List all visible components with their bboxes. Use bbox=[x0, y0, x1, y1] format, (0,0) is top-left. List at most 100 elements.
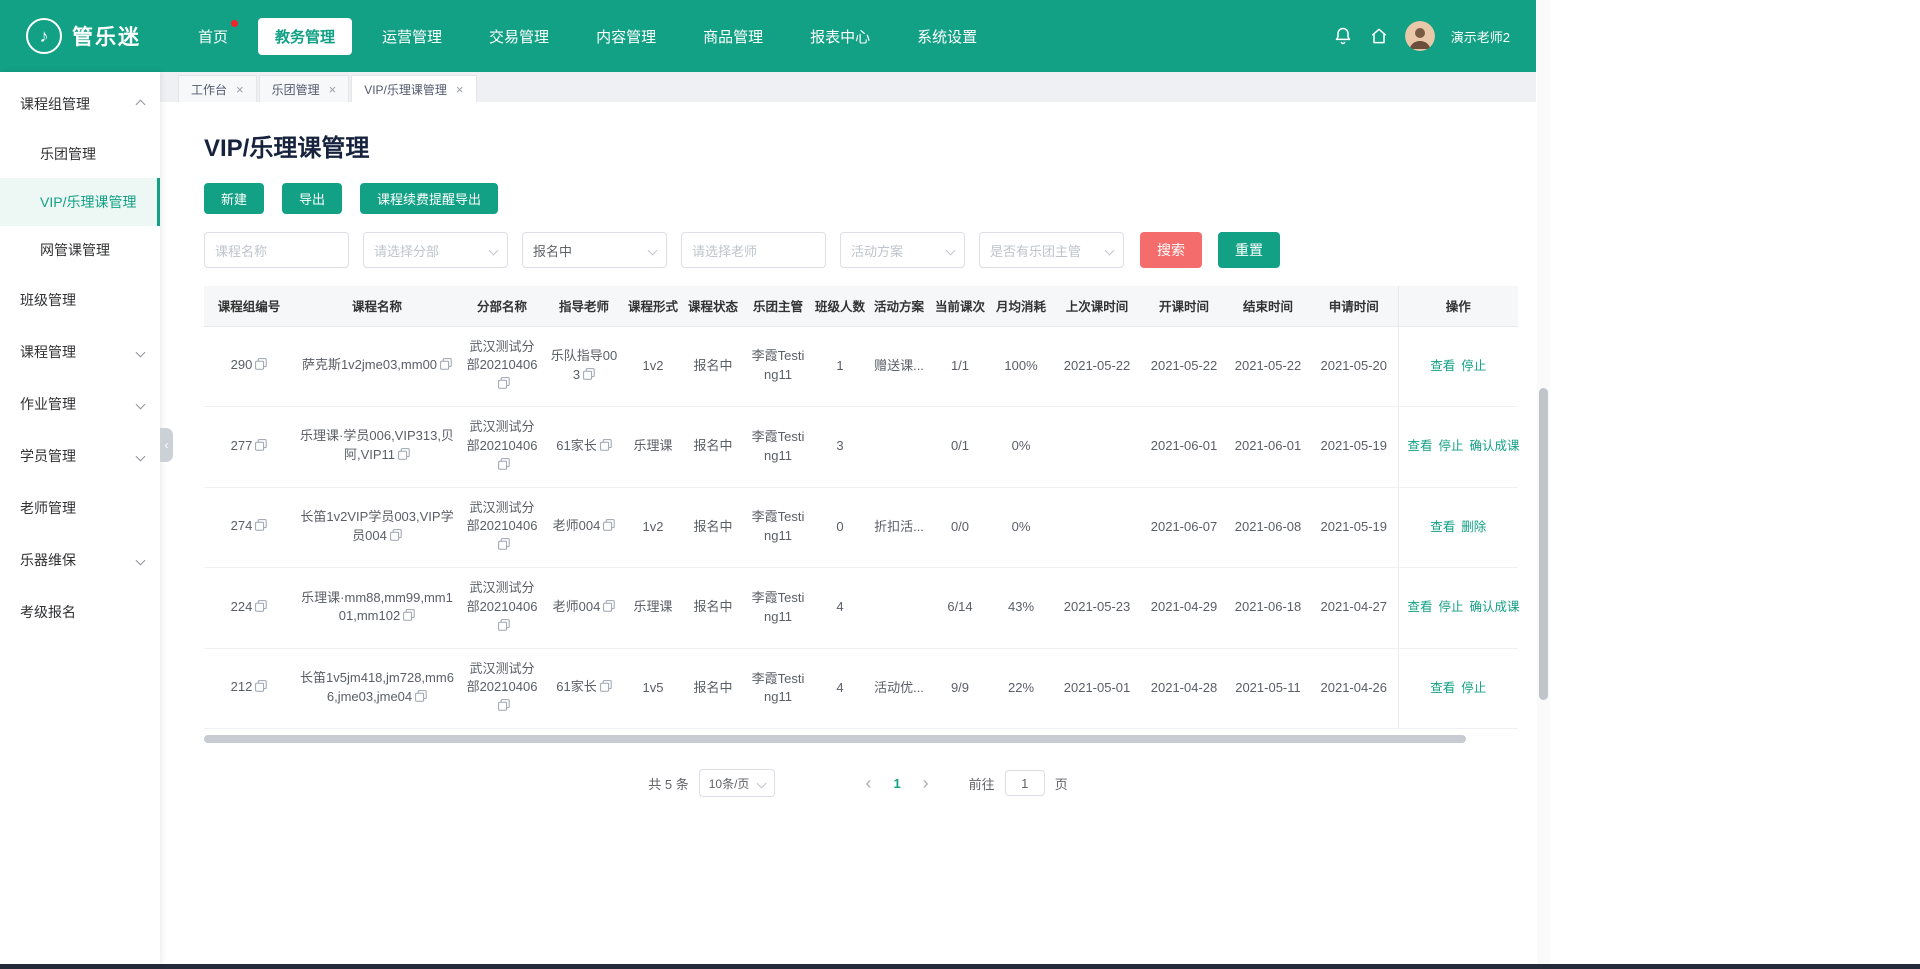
table-cell-applied: 2021-05-20 bbox=[1310, 326, 1398, 407]
copy-icon[interactable] bbox=[255, 518, 267, 537]
cell-value: 6/14 bbox=[947, 599, 972, 614]
avatar[interactable] bbox=[1405, 21, 1435, 51]
notifications-bell-icon[interactable] bbox=[1333, 26, 1353, 46]
copy-icon[interactable] bbox=[498, 376, 510, 395]
table-cell-status: 报名中 bbox=[682, 326, 744, 407]
filter-branch-select[interactable]: 请选择分部 bbox=[363, 232, 508, 268]
brand[interactable]: ♪ 管乐迷 bbox=[26, 18, 141, 54]
sidebar-item-1[interactable]: 班级管理 bbox=[0, 274, 160, 326]
sidebar-subitem-0-1[interactable]: VIP/乐理课管理 bbox=[0, 178, 160, 226]
copy-icon[interactable] bbox=[415, 689, 427, 708]
nav-item-3[interactable]: 交易管理 bbox=[472, 18, 566, 55]
copy-icon[interactable] bbox=[398, 447, 410, 466]
copy-icon[interactable] bbox=[255, 357, 267, 376]
table-cell-applied: 2021-04-26 bbox=[1310, 648, 1398, 729]
action-link[interactable]: 查看 bbox=[1430, 520, 1455, 534]
cell-value: 4 bbox=[836, 680, 843, 695]
sidebar-item-0[interactable]: 课程组管理 bbox=[0, 78, 160, 130]
filter-activity-select[interactable]: 活动方案 bbox=[840, 232, 965, 268]
renewal-reminder-export-button[interactable]: 课程续费提醒导出 bbox=[360, 183, 498, 214]
tab-close-icon[interactable]: × bbox=[456, 82, 464, 97]
export-button[interactable]: 导出 bbox=[282, 183, 342, 214]
filter-course-name-input[interactable]: 课程名称 bbox=[204, 232, 349, 268]
table-row: 277乐理课·学员006,VIP313,贝阿,VIP11武汉测试分部202104… bbox=[204, 407, 1518, 488]
copy-icon[interactable] bbox=[255, 599, 267, 618]
cell-value: 武汉测试分部20210406 bbox=[467, 580, 538, 614]
action-link[interactable]: 停止 bbox=[1461, 681, 1486, 695]
nav-item-6[interactable]: 报表中心 bbox=[793, 18, 887, 55]
copy-icon[interactable] bbox=[255, 679, 267, 698]
chevron-down-icon bbox=[136, 451, 146, 461]
action-link[interactable]: 查看 bbox=[1408, 600, 1433, 614]
sidebar-subitem-0-0[interactable]: 乐团管理 bbox=[0, 130, 160, 178]
sidebar-item-7[interactable]: 考级报名 bbox=[0, 586, 160, 638]
copy-icon[interactable] bbox=[255, 438, 267, 457]
copy-icon[interactable] bbox=[498, 457, 510, 476]
action-link[interactable]: 确认成课 bbox=[1470, 439, 1520, 453]
filter-status-select[interactable]: 报名中 bbox=[522, 232, 667, 268]
nav-item-4[interactable]: 内容管理 bbox=[579, 18, 673, 55]
search-button[interactable]: 搜索 bbox=[1140, 232, 1202, 268]
tab-close-icon[interactable]: × bbox=[329, 82, 337, 97]
action-link[interactable]: 停止 bbox=[1439, 439, 1464, 453]
nav-item-7[interactable]: 系统设置 bbox=[900, 18, 994, 55]
sidebar-item-5[interactable]: 老师管理 bbox=[0, 482, 160, 534]
action-link[interactable]: 查看 bbox=[1408, 439, 1433, 453]
action-link[interactable]: 停止 bbox=[1439, 600, 1464, 614]
table-header-cell: 班级人数 bbox=[812, 286, 868, 326]
home-icon[interactable] bbox=[1369, 26, 1389, 46]
current-user-name[interactable]: 演示老师2 bbox=[1451, 27, 1510, 46]
sidebar-item-4[interactable]: 学员管理 bbox=[0, 430, 160, 482]
prev-page-button[interactable]: ‹ bbox=[859, 773, 877, 794]
copy-icon[interactable] bbox=[600, 438, 612, 457]
action-link[interactable]: 查看 bbox=[1430, 359, 1455, 373]
nav-item-0[interactable]: 首页 bbox=[181, 18, 245, 55]
page-size-select[interactable]: 10条/页 bbox=[699, 769, 776, 797]
copy-icon[interactable] bbox=[603, 599, 615, 618]
copy-icon[interactable] bbox=[498, 698, 510, 717]
copy-icon[interactable] bbox=[498, 537, 510, 556]
copy-icon[interactable] bbox=[440, 357, 452, 376]
action-link[interactable]: 查看 bbox=[1430, 681, 1455, 695]
sidebar-item-2[interactable]: 课程管理 bbox=[0, 326, 160, 378]
create-button[interactable]: 新建 bbox=[204, 183, 264, 214]
copy-icon[interactable] bbox=[603, 518, 615, 537]
action-link[interactable]: 停止 bbox=[1461, 359, 1486, 373]
action-link[interactable]: 确认成课 bbox=[1470, 600, 1520, 614]
sidebar-item-6[interactable]: 乐器维保 bbox=[0, 534, 160, 586]
sidebar-item-3[interactable]: 作业管理 bbox=[0, 378, 160, 430]
goto-page-input[interactable] bbox=[1005, 770, 1045, 796]
notification-dot bbox=[231, 20, 238, 27]
cell-value: 2021-05-11 bbox=[1235, 680, 1301, 695]
cell-value: 22% bbox=[1008, 680, 1034, 695]
horizontal-scrollbar[interactable] bbox=[204, 735, 1466, 743]
nav-item-2[interactable]: 运营管理 bbox=[365, 18, 459, 55]
page-number-current[interactable]: 1 bbox=[887, 776, 906, 791]
next-page-button[interactable]: › bbox=[917, 773, 935, 794]
tab-1[interactable]: 乐团管理× bbox=[259, 75, 350, 102]
filter-teacher-input[interactable]: 请选择老师 bbox=[681, 232, 826, 268]
copy-icon[interactable] bbox=[583, 367, 595, 386]
tab-0[interactable]: 工作台× bbox=[178, 75, 257, 102]
copy-icon[interactable] bbox=[390, 528, 402, 547]
filter-leader-select[interactable]: 是否有乐团主管 bbox=[979, 232, 1124, 268]
table-cell-progress: 6/14 bbox=[930, 568, 990, 649]
vertical-scrollbar-thumb[interactable] bbox=[1539, 388, 1548, 700]
cell-value: 2021-05-22 bbox=[1064, 358, 1131, 373]
copy-icon[interactable] bbox=[403, 608, 415, 627]
cell-value: 2021-05-20 bbox=[1321, 358, 1388, 373]
table-header-cell: 结束时间 bbox=[1226, 286, 1310, 326]
sidebar-collapse-handle[interactable]: ‹ bbox=[160, 428, 173, 462]
reset-button[interactable]: 重置 bbox=[1218, 232, 1280, 268]
chevron-down-icon bbox=[136, 347, 146, 357]
copy-icon[interactable] bbox=[498, 618, 510, 637]
nav-item-5[interactable]: 商品管理 bbox=[686, 18, 780, 55]
vertical-scrollbar[interactable] bbox=[1537, 0, 1550, 964]
table-cell-name: 长笛1v5jm418,jm728,mm66,jme03,jme04 bbox=[294, 648, 460, 729]
sidebar-subitem-0-2[interactable]: 网管课管理 bbox=[0, 226, 160, 274]
action-link[interactable]: 删除 bbox=[1461, 520, 1486, 534]
nav-item-1[interactable]: 教务管理 bbox=[258, 18, 352, 55]
copy-icon[interactable] bbox=[600, 679, 612, 698]
tab-2[interactable]: VIP/乐理课管理× bbox=[351, 75, 476, 102]
tab-close-icon[interactable]: × bbox=[236, 82, 244, 97]
